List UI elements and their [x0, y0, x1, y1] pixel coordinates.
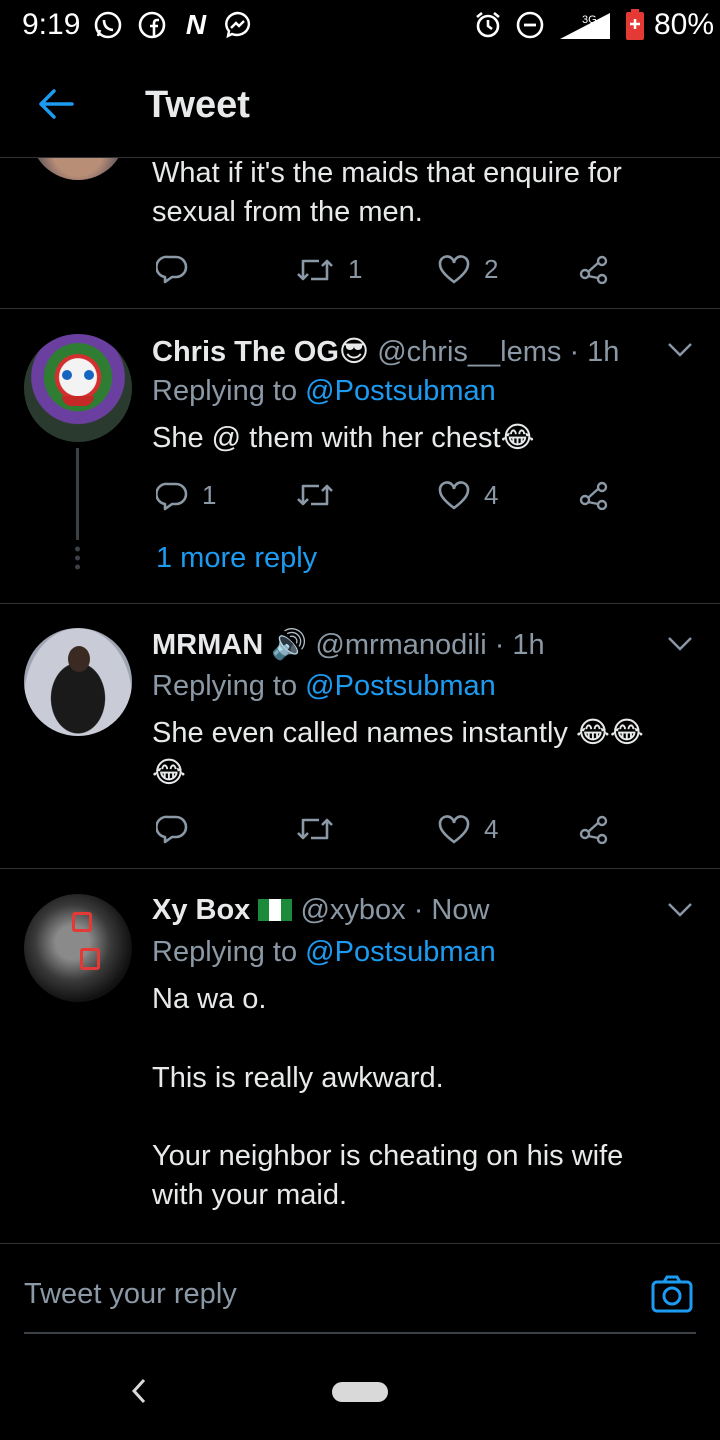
- thread-dots: [74, 546, 81, 570]
- like-count: 4: [484, 814, 499, 844]
- divider: [0, 603, 720, 604]
- tweet-text: She even called names instantly 😂😂: [152, 717, 644, 749]
- reply-button[interactable]: [156, 254, 188, 284]
- like-count: 2: [484, 254, 499, 284]
- page-title: Tweet: [145, 84, 250, 126]
- name-emoji: 😎: [338, 336, 370, 368]
- reply-icon: [156, 482, 188, 510]
- like-button[interactable]: 4: [438, 480, 498, 511]
- mention-link[interactable]: @Postsubman: [305, 936, 496, 968]
- mention-link[interactable]: @Postsubman: [305, 670, 496, 702]
- tweet-time: · 1h: [569, 336, 620, 368]
- share-icon: [579, 815, 608, 844]
- app-header: [0, 52, 720, 158]
- thread-line: [76, 448, 79, 540]
- retweet-icon: [297, 484, 333, 506]
- facebook-icon: [136, 10, 168, 40]
- battery-percent: 80%: [654, 8, 715, 41]
- do-not-disturb-icon: [514, 10, 546, 40]
- news-app-icon: N: [185, 9, 207, 40]
- avatar[interactable]: [24, 894, 132, 1002]
- tweet-text-emoji-line: 😂: [152, 757, 186, 789]
- like-button[interactable]: 2: [438, 254, 498, 285]
- status-bar: 9:19 N 3G 80%: [0, 0, 720, 52]
- chevron-down-icon[interactable]: [667, 342, 693, 358]
- replying-to: Replying to @Postsubman: [152, 670, 496, 702]
- home-pill[interactable]: [332, 1382, 388, 1402]
- share-button[interactable]: [578, 814, 610, 844]
- chevron-down-icon[interactable]: [667, 636, 693, 652]
- divider: [0, 1243, 720, 1244]
- like-count: 4: [484, 480, 499, 510]
- share-button[interactable]: [578, 480, 610, 510]
- retweet-count: 1: [348, 254, 363, 284]
- retweet-icon: [297, 259, 333, 280]
- heart-icon: [438, 480, 470, 510]
- display-name[interactable]: MRMAN: [152, 629, 263, 661]
- status-time: 9:19: [22, 8, 81, 41]
- tweet-paragraph: with your maid.: [152, 1179, 348, 1211]
- display-name[interactable]: Chris The OG: [152, 336, 339, 368]
- chevron-down-icon[interactable]: [667, 902, 693, 918]
- tweet-time: · Now: [413, 894, 490, 926]
- more-replies-link[interactable]: 1 more reply: [156, 542, 317, 575]
- reply-input-underline: [24, 1332, 696, 1334]
- svg-text:3G: 3G: [582, 14, 597, 26]
- reply-icon: [156, 815, 188, 844]
- tweet-paragraph: This is really awkward.: [152, 1062, 444, 1094]
- reply-count: 1: [202, 480, 217, 510]
- share-icon: [579, 481, 608, 510]
- heart-icon: [438, 254, 470, 284]
- nigeria-flag-icon: [258, 896, 293, 921]
- mention-link[interactable]: @Postsubman: [305, 375, 496, 407]
- user-handle[interactable]: @xybox: [300, 894, 405, 926]
- tweet-text-line: What if it's the maids that enquire for: [152, 157, 622, 189]
- alarm-icon: [472, 10, 504, 40]
- replying-to: Replying to @Postsubman: [152, 375, 496, 407]
- retweet-button[interactable]: [296, 814, 334, 844]
- reply-icon: [156, 255, 188, 284]
- tweet-text-line: sexual from the men.: [152, 196, 423, 228]
- retweet-button[interactable]: [296, 480, 334, 510]
- tweet-paragraph: Your neighbor is cheating on his wife: [152, 1140, 624, 1172]
- heart-icon: [438, 814, 470, 844]
- signal-icon: 3G: [556, 10, 612, 40]
- system-back-icon[interactable]: [128, 1376, 150, 1406]
- camera-icon[interactable]: [650, 1274, 694, 1314]
- battery-icon: [624, 9, 646, 40]
- user-handle[interactable]: @mrmanodili: [315, 629, 486, 661]
- divider: [0, 868, 720, 869]
- reply-input[interactable]: Tweet your reply: [24, 1278, 237, 1311]
- reply-button[interactable]: [156, 814, 188, 844]
- retweet-icon: [297, 818, 333, 840]
- retweet-button[interactable]: 1: [296, 254, 362, 285]
- display-name[interactable]: Xy Box: [152, 894, 250, 926]
- like-button[interactable]: 4: [438, 814, 498, 845]
- share-button[interactable]: [578, 254, 610, 284]
- reply-button[interactable]: 1: [156, 480, 216, 511]
- back-arrow-icon[interactable]: [36, 84, 76, 124]
- share-icon: [579, 255, 608, 284]
- tweet-time: · 1h: [494, 629, 545, 661]
- tweet-text: She @ them with her chest😂: [152, 422, 535, 454]
- tweet-header: Xy Box @xybox · Now: [152, 894, 489, 927]
- user-handle[interactable]: @chris__lems: [377, 336, 561, 368]
- avatar[interactable]: [24, 334, 132, 442]
- divider: [0, 308, 720, 309]
- tweet-header: Chris The OG😎 @chris__lems · 1h: [152, 334, 619, 369]
- messenger-icon: [222, 10, 254, 40]
- avatar[interactable]: [24, 628, 132, 736]
- name-emoji: 🔊: [271, 629, 308, 661]
- whatsapp-icon: [92, 10, 124, 40]
- tweet-header: MRMAN 🔊 @mrmanodili · 1h: [152, 628, 545, 662]
- replying-to: Replying to @Postsubman: [152, 936, 496, 968]
- tweet-paragraph: Na wa o.: [152, 983, 267, 1015]
